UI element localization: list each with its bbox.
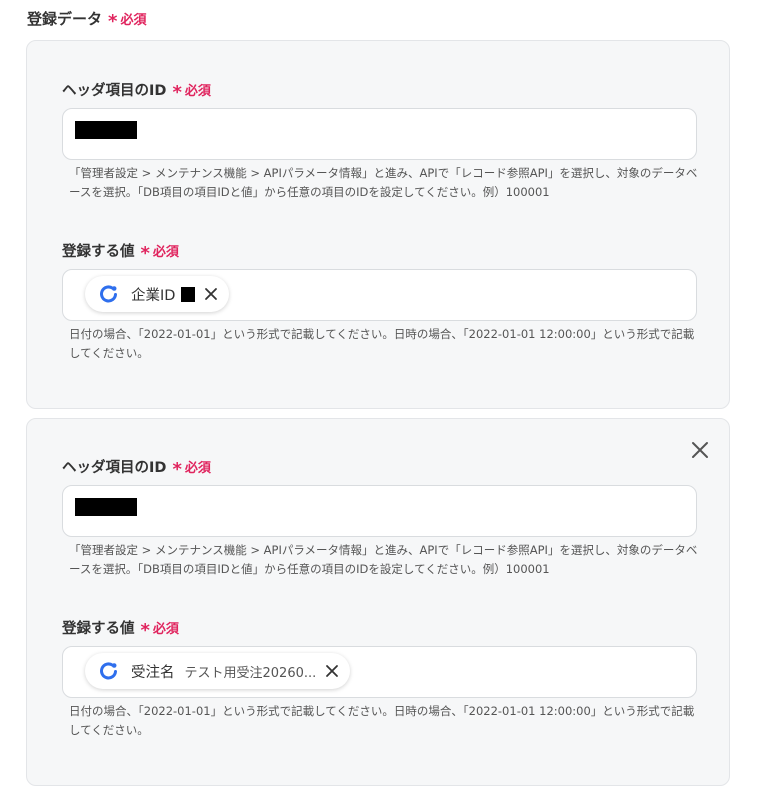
- value-chip[interactable]: 企業ID: [85, 276, 230, 312]
- redacted-value: [181, 286, 196, 302]
- asterisk-icon: *: [140, 243, 150, 264]
- header-id-help: 「管理者設定 > メンテナンス機能 > APIパラメータ情報」と進み、APIで「…: [69, 543, 698, 576]
- chip-label: 受注名: [131, 664, 175, 681]
- chip-value: テスト用受注20260...: [184, 665, 317, 681]
- asterisk-icon: *: [172, 459, 182, 480]
- value-input[interactable]: 受注名 テスト用受注20260...: [62, 646, 697, 698]
- data-entry-card-1: ヘッダ項目のID * 必須 「管理者設定 > メンテナンス機能 > APIパラメー…: [26, 40, 730, 409]
- value-chip[interactable]: 受注名 テスト用受注20260...: [85, 653, 351, 689]
- required-marker: * 必須: [172, 459, 211, 480]
- close-icon[interactable]: [324, 663, 340, 679]
- sync-link-icon: [100, 285, 117, 303]
- asterisk-icon: *: [108, 11, 118, 32]
- required-marker: * 必須: [172, 82, 211, 103]
- header-id-input[interactable]: [62, 108, 697, 160]
- header-id-input[interactable]: [62, 485, 697, 537]
- chip-label: 企業ID: [131, 287, 176, 304]
- header-id-label: ヘッダ項目のID * 必須: [62, 82, 211, 103]
- section-title: 登録データ * 必須: [27, 8, 147, 32]
- value-help: 日付の場合、「2022-01-01」という形式で記載してください。日時の場合、「…: [69, 327, 695, 360]
- close-icon[interactable]: [689, 439, 711, 461]
- header-id-help: 「管理者設定 > メンテナンス機能 > APIパラメータ情報」と進み、APIで「…: [69, 166, 698, 199]
- required-marker: * 必須: [140, 243, 179, 264]
- redacted-value: [75, 121, 137, 139]
- sync-link-icon: [100, 662, 117, 680]
- value-help: 日付の場合、「2022-01-01」という形式で記載してください。日時の場合、「…: [69, 704, 695, 737]
- value-label: 登録する値 * 必須: [62, 243, 179, 264]
- asterisk-icon: *: [140, 620, 150, 641]
- data-entry-card-2: ヘッダ項目のID * 必須 「管理者設定 > メンテナンス機能 > APIパラメー…: [26, 418, 730, 786]
- close-icon[interactable]: [203, 286, 219, 302]
- section-title-text: 登録データ: [27, 10, 103, 28]
- redacted-value: [75, 498, 137, 516]
- value-input[interactable]: 企業ID: [62, 269, 697, 321]
- asterisk-icon: *: [172, 82, 182, 103]
- value-label: 登録する値 * 必須: [62, 620, 179, 641]
- header-id-label: ヘッダ項目のID * 必須: [62, 459, 211, 480]
- required-marker: * 必須: [140, 620, 179, 641]
- required-marker: * 必須: [108, 11, 147, 32]
